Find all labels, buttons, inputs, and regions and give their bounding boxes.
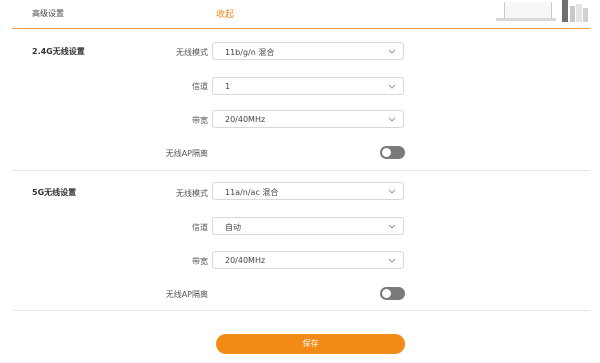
bandwidth-value-24g: 20/40MHz <box>225 115 266 124</box>
mode-label-24g: 无线模式 <box>176 48 208 57</box>
books-illustration <box>562 0 592 22</box>
computer-illustration <box>496 0 556 22</box>
section-header-title: 高级设置 <box>32 9 64 18</box>
mode-select-24g[interactable]: 11b/g/n 混合 <box>212 42 404 60</box>
bandwidth-select-5g[interactable]: 20/40MHz <box>212 251 404 269</box>
ap-isolation-label-5g: 无线AP隔离 <box>165 290 208 299</box>
section-title-5g: 5G无线设置 <box>32 188 77 197</box>
channel-select-24g[interactable]: 1 <box>212 77 404 95</box>
section-title-24g: 2.4G无线设置 <box>32 47 85 56</box>
chevron-down-icon <box>388 189 396 194</box>
save-button[interactable]: 保存 <box>216 334 405 354</box>
bandwidth-value-5g: 20/40MHz <box>225 256 266 265</box>
channel-label-24g: 信道 <box>192 82 208 91</box>
chevron-down-icon <box>388 117 396 122</box>
channel-label-5g: 信道 <box>192 223 208 232</box>
ap-isolation-label-24g: 无线AP隔离 <box>165 149 208 158</box>
channel-value-5g: 自动 <box>225 223 241 232</box>
bandwidth-label-24g: 带宽 <box>192 116 208 125</box>
collapse-link[interactable]: 收起 <box>216 7 234 20</box>
bandwidth-select-24g[interactable]: 20/40MHz <box>212 110 404 128</box>
chevron-down-icon <box>388 84 396 89</box>
section-divider <box>12 310 590 311</box>
chevron-down-icon <box>388 49 396 54</box>
mode-value-5g: 11a/n/ac 混合 <box>225 188 279 197</box>
mode-value-24g: 11b/g/n 混合 <box>225 48 275 57</box>
channel-value-24g: 1 <box>225 82 231 91</box>
mode-select-5g[interactable]: 11a/n/ac 混合 <box>212 182 404 200</box>
mode-label-5g: 无线模式 <box>176 189 208 198</box>
chevron-down-icon <box>388 224 396 229</box>
chevron-down-icon <box>388 258 396 263</box>
ap-isolation-toggle-24g[interactable] <box>380 146 405 159</box>
ap-isolation-toggle-5g[interactable] <box>380 287 405 300</box>
header-divider <box>12 28 590 29</box>
bandwidth-label-5g: 带宽 <box>192 257 208 266</box>
channel-select-5g[interactable]: 自动 <box>212 217 404 235</box>
section-divider <box>12 170 590 171</box>
